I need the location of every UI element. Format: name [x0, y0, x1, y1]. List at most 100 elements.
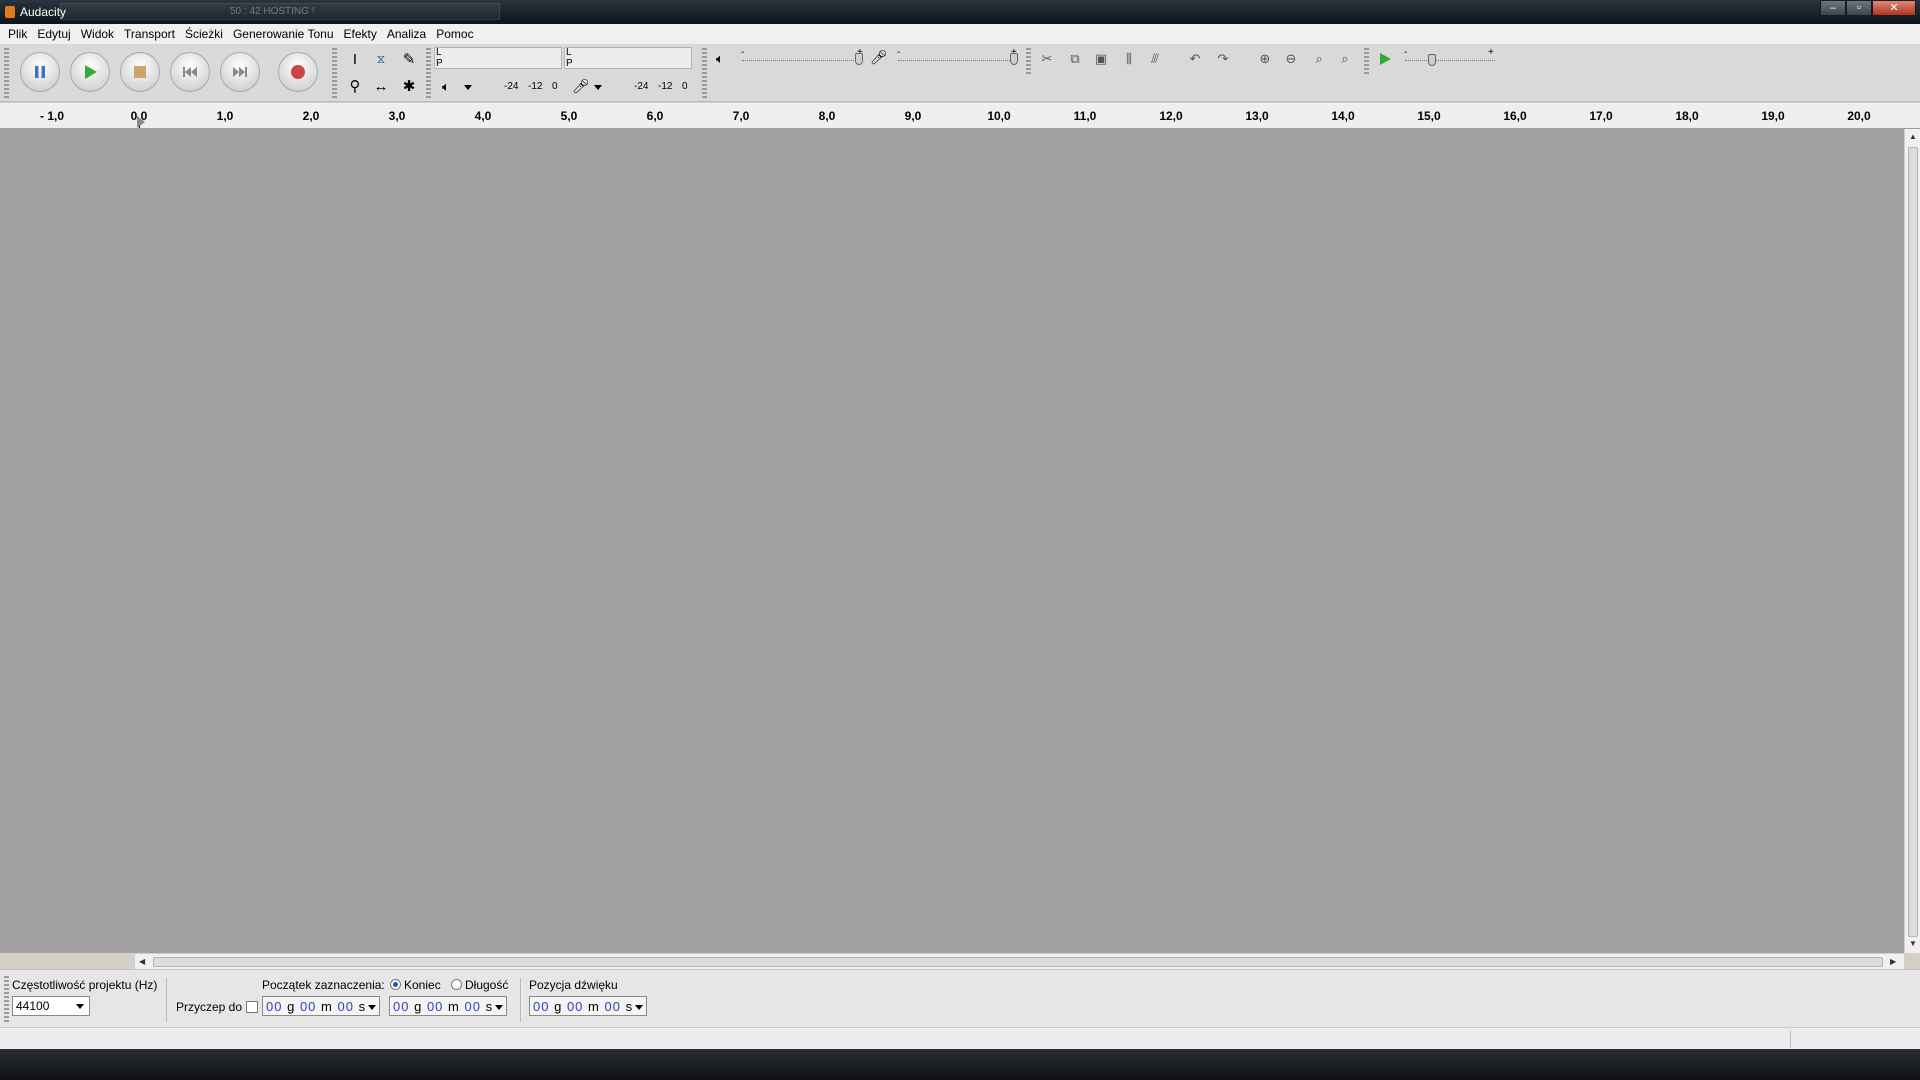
zoom-out-button[interactable]: ⊖	[1280, 48, 1302, 70]
silence-button[interactable]: ⫻	[1144, 48, 1166, 70]
vertical-scroll-thumb[interactable]	[1908, 147, 1918, 937]
envelope-tool-button[interactable]: ⧖	[370, 48, 392, 70]
playback-meter-menu-button[interactable]	[462, 82, 472, 93]
seconds-unit: s	[358, 999, 367, 1014]
end-radio[interactable]	[390, 979, 401, 990]
selection-start-time[interactable]: 00 g 00 m 00 s	[262, 996, 381, 1016]
ruler-label: 5,0	[560, 109, 578, 123]
status-bar	[0, 1027, 1920, 1049]
stop-button[interactable]	[120, 52, 160, 92]
playback-speed-thumb[interactable]	[1428, 54, 1436, 66]
fit-selection-button[interactable]: ⌕	[1308, 48, 1330, 70]
snap-to-control[interactable]: Przyczep do	[176, 1000, 259, 1014]
paste-button[interactable]: ▣	[1090, 48, 1112, 70]
output-volume-thumb[interactable]	[855, 53, 863, 65]
scroll-down-icon[interactable]: ▼	[1909, 939, 1917, 948]
length-radio-control[interactable]: Długość	[451, 978, 508, 992]
zoom-tool-button[interactable]: ⚲	[344, 75, 366, 97]
record-meter-right: P	[566, 58, 573, 69]
project-rate-select[interactable]: 44100	[12, 996, 90, 1016]
scroll-right-icon[interactable]: ▶	[1890, 957, 1896, 966]
skip-to-end-button[interactable]	[220, 52, 260, 92]
chevron-down-icon[interactable]	[635, 1005, 644, 1011]
menu-widok[interactable]: Widok	[77, 24, 120, 44]
input-volume-slider[interactable]	[898, 60, 1016, 61]
record-meter[interactable]	[564, 47, 692, 69]
redo-button[interactable]: ↷	[1212, 48, 1234, 70]
transport-toolbar-grip[interactable]	[4, 48, 9, 98]
hours-unit: g	[554, 999, 563, 1014]
chevron-down-icon[interactable]	[368, 1005, 377, 1011]
playback-speed-slider[interactable]	[1405, 60, 1495, 61]
draw-tool-button[interactable]: ✎	[398, 48, 420, 70]
menu-efekty[interactable]: Efekty	[340, 24, 383, 44]
track-panel[interactable]	[0, 129, 1904, 953]
menu-analiza[interactable]: Analiza	[383, 24, 432, 44]
end-radio-control[interactable]: Koniec	[390, 978, 441, 992]
seconds-unit: s	[625, 999, 634, 1014]
audacity-app-icon	[5, 6, 15, 18]
minimize-button[interactable]: –	[1820, 0, 1846, 16]
zoom-in-icon: ⊕	[1259, 51, 1271, 66]
scissors-icon: ✂	[1041, 51, 1053, 66]
play-at-speed-button[interactable]	[1374, 48, 1396, 70]
length-radio[interactable]	[451, 979, 462, 990]
ruler-label: 19,0	[1761, 109, 1785, 123]
menu-pomoc[interactable]: Pomoc	[432, 24, 479, 44]
trim-button[interactable]: ⫼	[1118, 48, 1140, 70]
time-shift-tool-button[interactable]: ↔	[370, 75, 392, 97]
edit-toolbar-grip[interactable]	[1026, 48, 1031, 74]
scroll-left-icon[interactable]: ◀	[139, 957, 145, 966]
timeline-ruler[interactable]: - 1,0 0,0 1,0 2,0 3,0 4,0 5,0 6,0 7,0 8,…	[0, 103, 1920, 129]
snap-to-checkbox[interactable]	[246, 1001, 259, 1013]
vertical-scrollbar[interactable]: ▲ ▼	[1904, 129, 1920, 953]
minutes-unit: m	[588, 999, 600, 1014]
paste-icon: ▣	[1094, 51, 1108, 66]
tools-toolbar-grip[interactable]	[332, 48, 337, 98]
toolbar-area: I ⧖ ✎ ⚲ ↔ ✱ L P L P 🔈︎ -24 -12 0 🎤︎ -24 …	[0, 44, 1920, 102]
chevron-down-icon[interactable]	[495, 1005, 504, 1011]
ruler-label: - 1,0	[39, 109, 65, 123]
project-rate-value: 44100	[16, 999, 50, 1013]
record-meter-menu-button[interactable]	[592, 82, 602, 93]
pause-button[interactable]	[20, 52, 60, 92]
audio-position-time[interactable]: 00 g 00 m 00 s	[529, 996, 648, 1016]
ruler-label: 17,0	[1589, 109, 1613, 123]
input-volume-thumb[interactable]	[1010, 53, 1018, 65]
menu-edytuj[interactable]: Edytuj	[33, 24, 76, 44]
mixer-toolbar-grip[interactable]	[702, 48, 707, 98]
horizontal-scroll-thumb[interactable]	[153, 957, 1883, 967]
status-bar-separator	[1790, 1030, 1791, 1048]
window-controls: – ▫ ✕	[1820, 0, 1916, 18]
maximize-button[interactable]: ▫	[1846, 0, 1872, 16]
horizontal-scrollbar[interactable]: ◀ ▶	[135, 953, 1904, 969]
os-taskbar	[0, 1049, 1920, 1080]
multi-tool-button[interactable]: ✱	[398, 75, 420, 97]
menu-generowanie-tonu[interactable]: Generowanie Tonu	[229, 24, 340, 44]
skip-to-start-button[interactable]	[170, 52, 210, 92]
play-at-speed-grip[interactable]	[1364, 48, 1369, 74]
menu-sciezki[interactable]: Ścieżki	[181, 24, 229, 44]
selection-toolbar-grip[interactable]	[4, 976, 9, 1022]
undo-button[interactable]: ↶	[1184, 48, 1206, 70]
chevron-down-icon	[76, 1004, 84, 1009]
stop-icon	[134, 66, 146, 78]
meter-toolbar-grip[interactable]	[426, 48, 431, 98]
playback-meter[interactable]	[434, 47, 562, 69]
record-button[interactable]	[278, 52, 318, 92]
close-button[interactable]: ✕	[1872, 0, 1916, 16]
fit-project-button[interactable]: ⌕	[1334, 48, 1356, 70]
cut-button[interactable]: ✂	[1036, 48, 1058, 70]
selection-end-time[interactable]: 00 g 00 m 00 s	[389, 996, 508, 1016]
menu-plik[interactable]: Plik	[4, 24, 33, 44]
scroll-up-icon[interactable]: ▲	[1909, 132, 1917, 141]
output-volume-slider[interactable]	[742, 60, 862, 61]
selection-tool-button[interactable]: I	[344, 48, 366, 70]
zoom-in-button[interactable]: ⊕	[1254, 48, 1276, 70]
copy-button[interactable]: ⧉	[1064, 48, 1086, 70]
play-button[interactable]	[70, 52, 110, 92]
ruler-label: 20,0	[1847, 109, 1871, 123]
selection-start-label: Początek zaznaczenia:	[262, 978, 385, 992]
menu-transport[interactable]: Transport	[120, 24, 181, 44]
seconds-value: 00	[604, 999, 621, 1014]
